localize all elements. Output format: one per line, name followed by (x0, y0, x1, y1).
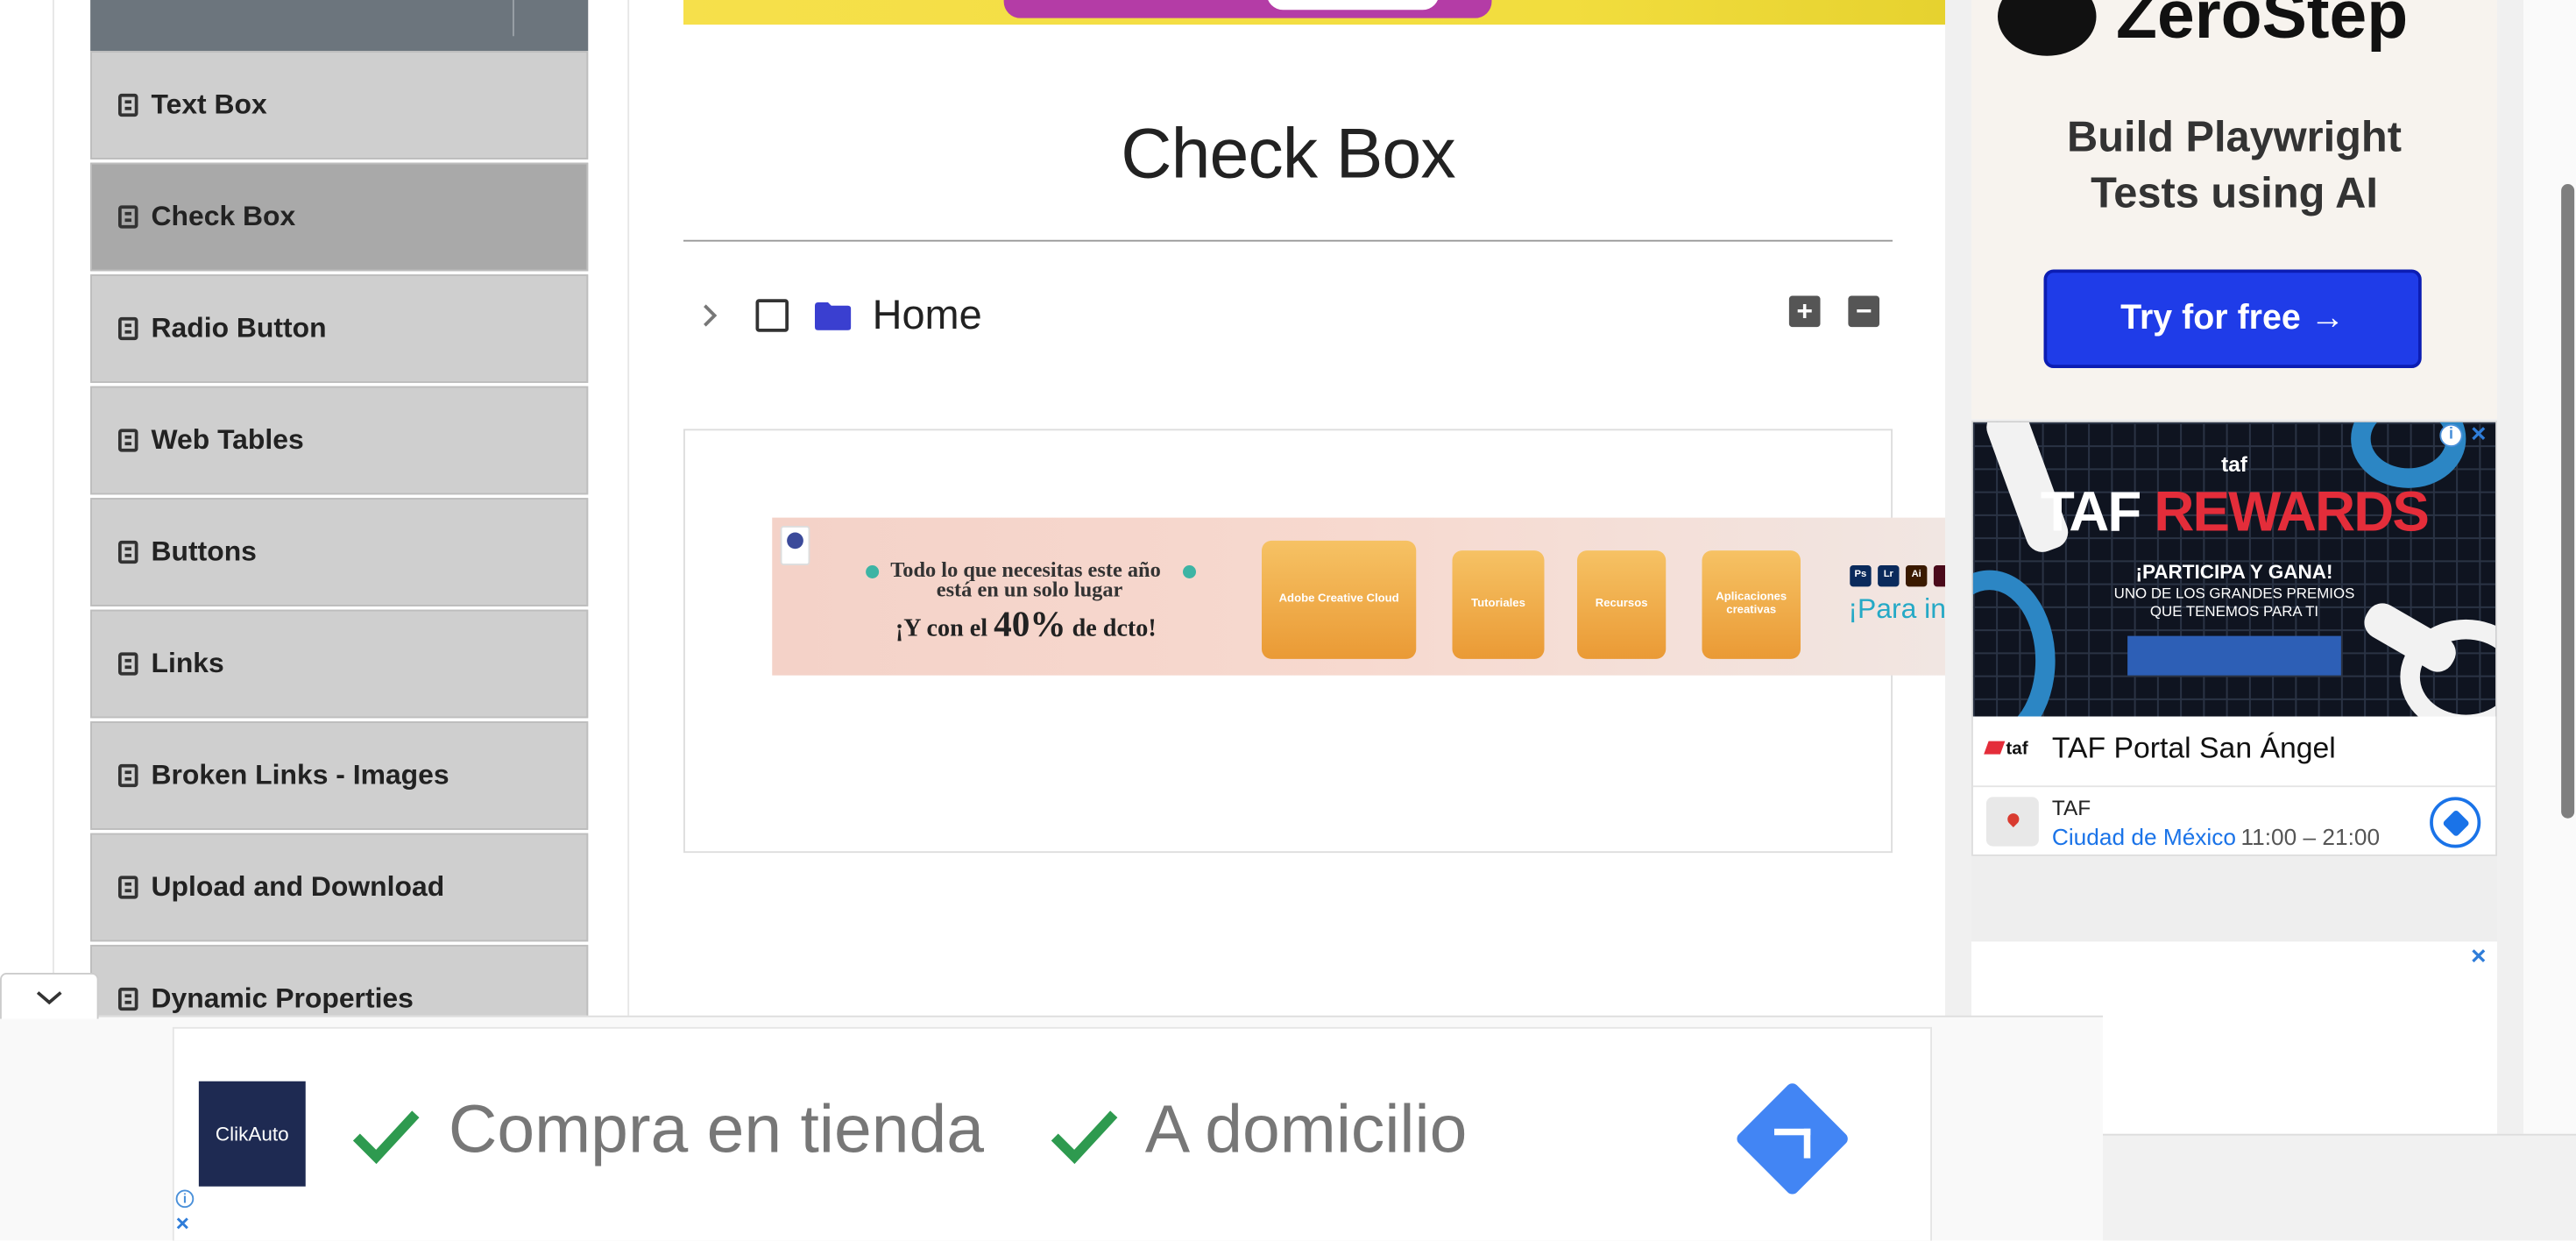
chevron-right-icon[interactable] (700, 302, 726, 329)
sidebar-group-header[interactable] (90, 0, 589, 52)
taf-subhead: ¡PARTICIPA Y GANA! (2135, 560, 2333, 584)
sidebar-menu: Text Box Check Box Radio Button Web Tabl… (90, 51, 589, 1057)
sidebar-item-upload-download[interactable]: Upload and Download (90, 833, 589, 942)
taf-logo-icon: taf (1986, 740, 2039, 766)
chevron-down-icon (36, 990, 62, 1004)
sidebar-item-label: Radio Button (151, 312, 327, 344)
html5-icon (118, 987, 138, 1011)
ad-close-icon[interactable]: × (2471, 422, 2487, 449)
sidebar-item-label: Upload and Download (151, 870, 445, 903)
clikauto-logo: ClikAuto (198, 1081, 306, 1187)
adobe-ad-banner[interactable]: Todo lo que necesitas este año está en u… (772, 517, 1945, 676)
sidebar-item-label: Text Box (151, 89, 267, 120)
title-divider (683, 239, 1893, 242)
zerostep-logo-icon (1998, 0, 2097, 56)
taf-hours: 11:00 – 21:00 (2240, 823, 2381, 850)
try-for-free-button[interactable]: Try for free → (2043, 269, 2422, 368)
ad-item-text: A domicilio (1144, 1091, 1468, 1167)
page-footer-area (2103, 1133, 2576, 1241)
content-divider (627, 0, 630, 1019)
ad-folder-card: Adobe Creative Cloud (1262, 540, 1417, 659)
sidebar-border (53, 0, 54, 1019)
folder-icon (815, 301, 852, 330)
sidebar-item-text-box[interactable]: Text Box (90, 51, 589, 160)
sidebar-item-label: Buttons (151, 535, 257, 567)
taf-city[interactable]: Ciudad de México (2052, 823, 2236, 849)
adobe-logo-icon (780, 526, 810, 565)
directions-button[interactable] (2430, 797, 2481, 848)
taf-subtext: UNO DE LOS GRANDES PREMIOS QUE TENEMOS PA… (2113, 585, 2355, 620)
tree-node-label[interactable]: Home (873, 292, 982, 339)
scrollbar-thumb[interactable] (2561, 184, 2575, 819)
taf-ad[interactable]: taf TAF REWARDS ¡PARTICIPA Y GANA! UNO D… (1971, 421, 2497, 856)
ad-info-icon[interactable]: i (175, 1189, 195, 1209)
bottom-sticky-ad: ClikAuto Compra en tienda A domicilio (0, 1015, 2103, 1241)
ad-spacer (1971, 855, 2497, 942)
html5-icon (118, 205, 138, 229)
sidebar-item-label: Dynamic Properties (151, 982, 414, 1014)
sidebar-item-label: Check Box (151, 200, 296, 232)
tree-node-home: Home (700, 283, 1893, 349)
ad-close-icon[interactable]: × (176, 1211, 189, 1234)
plus-icon: + (1796, 294, 1814, 327)
check-icon (1051, 1110, 1118, 1165)
collapse-all-button[interactable]: − (1848, 294, 1879, 328)
sidebar-item-label: Links (151, 647, 224, 679)
sidebar-item-buttons[interactable]: Buttons (90, 498, 589, 606)
ad-brand: ZeroStep (2116, 0, 2409, 53)
sidebar-item-label: Broken Links - Images (151, 759, 449, 791)
expand-all-button[interactable]: + (1788, 294, 1821, 328)
minus-icon: − (1855, 294, 1872, 327)
html5-icon (118, 763, 138, 788)
html5-icon (118, 93, 138, 117)
ad-folder-card: Tutoriales (1452, 550, 1545, 659)
home-checkbox[interactable] (755, 299, 789, 332)
html5-icon (118, 876, 138, 899)
taf-short-name: TAF (2051, 795, 2091, 820)
sidebar-item-links[interactable]: Links (90, 609, 589, 719)
ad-text: está en un solo lugar (936, 577, 1123, 602)
taf-ad-image: taf TAF REWARDS ¡PARTICIPA Y GANA! UNO D… (1972, 422, 2496, 717)
app-icon (1933, 565, 1945, 587)
sidebar-item-check-box[interactable]: Check Box (90, 162, 589, 272)
zerostep-ad[interactable]: ZeroStep Build Playwright Tests using AI … (1971, 0, 2497, 420)
ad-info-icon[interactable]: i (2439, 423, 2463, 447)
ad-tagline: ¡Para indi (1848, 592, 1945, 625)
ad-toggle-button[interactable] (0, 973, 99, 1019)
lightroom-icon: Lr (1878, 565, 1900, 587)
top-ad-banner[interactable] (683, 0, 1945, 25)
check-icon (352, 1110, 420, 1165)
page-title: Check Box (1121, 115, 1455, 195)
html5-icon (118, 540, 138, 564)
ad-folder-card: Aplicaciones creativas (1702, 550, 1801, 659)
sidebar-item-label: Web Tables (151, 423, 304, 456)
taf-place-name[interactable]: TAF Portal San Ángel (2052, 731, 2336, 765)
sidebar-item-radio-button[interactable]: Radio Button (90, 274, 589, 383)
ad-close-icon[interactable]: × (2471, 944, 2487, 971)
map-pin-icon (1985, 797, 2039, 847)
ad-folder-card: Recursos (1577, 550, 1667, 659)
directions-arrow-icon[interactable] (1734, 1081, 1851, 1197)
photoshop-icon: Ps (1850, 565, 1872, 587)
taf-brand: taf (2221, 451, 2247, 477)
taf-promo-box (2127, 635, 2341, 676)
sidebar-item-broken-links[interactable]: Broken Links - Images (90, 721, 589, 830)
clikauto-ad[interactable]: ClikAuto Compra en tienda A domicilio (172, 1026, 1932, 1241)
html5-icon (118, 652, 138, 676)
illustrator-icon: Ai (1906, 565, 1928, 587)
taf-headline: TAF REWARDS (2040, 481, 2430, 544)
html5-icon (118, 429, 138, 452)
ad-item-text: Compra en tienda (448, 1091, 984, 1167)
ad-tagline: Build Playwright Tests using AI (2067, 111, 2402, 217)
ad-text: ¡Y con el 40% de dcto! (895, 603, 1157, 644)
sidebar-item-web-tables[interactable]: Web Tables (90, 386, 589, 495)
html5-icon (118, 316, 138, 341)
